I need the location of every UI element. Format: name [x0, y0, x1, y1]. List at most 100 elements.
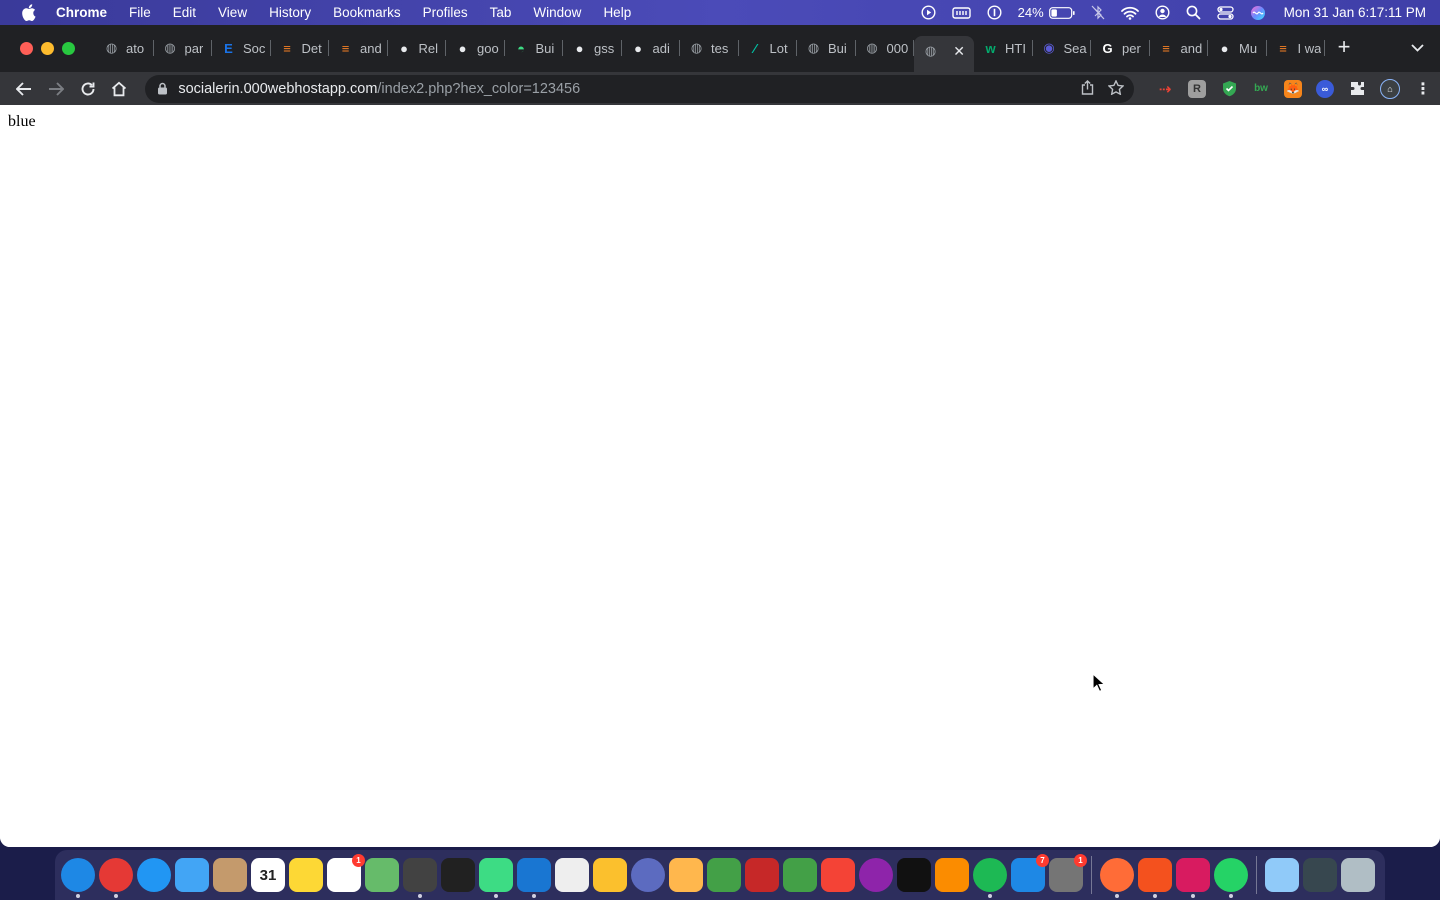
app-store-icon[interactable]: 7	[1011, 854, 1049, 892]
terminal-icon[interactable]	[441, 858, 475, 892]
siri-icon[interactable]	[631, 858, 665, 892]
back-button[interactable]	[8, 75, 40, 103]
script-editor-icon[interactable]	[555, 858, 589, 892]
tab[interactable]: ◍ Bui	[797, 30, 856, 66]
menu-app-name[interactable]: Chrome	[56, 5, 118, 20]
menu-window[interactable]: Window	[522, 5, 592, 20]
vscode-icon[interactable]	[517, 858, 551, 898]
user-account-icon[interactable]	[1155, 5, 1170, 20]
tab[interactable]: ● gss	[563, 30, 622, 66]
tab[interactable]: w HTI	[974, 30, 1033, 66]
one-password-icon[interactable]	[987, 5, 1002, 20]
reload-button[interactable]	[72, 75, 104, 103]
blue-circle-extension-icon[interactable]: ∞	[1316, 79, 1335, 98]
screen-recording-icon[interactable]	[1303, 858, 1337, 892]
apple-icon[interactable]	[0, 4, 56, 21]
control-center-icon[interactable]	[1217, 5, 1234, 20]
metamask-extension-icon[interactable]: 🦊	[1284, 79, 1303, 98]
chrome-menu-icon[interactable]: ⋮	[1414, 80, 1432, 98]
books-icon[interactable]	[935, 858, 969, 892]
apple-tv-icon[interactable]	[897, 858, 931, 892]
azure-data-icon[interactable]	[1176, 858, 1210, 898]
profile-avatar[interactable]: ⌂	[1380, 78, 1401, 99]
redirect-extension-icon[interactable]: ⇢	[1156, 80, 1174, 98]
calculator-icon[interactable]	[403, 858, 437, 898]
menu-profiles[interactable]: Profiles	[412, 5, 479, 20]
spotify-icon[interactable]	[973, 858, 1007, 898]
tab[interactable]: ◓ Bui	[505, 30, 564, 66]
whatsapp-icon[interactable]	[1214, 858, 1248, 898]
window-minimize-button[interactable]	[41, 42, 54, 55]
green-extension-icon[interactable]: bw	[1252, 80, 1270, 98]
screen-record-icon[interactable]	[921, 5, 936, 20]
wifi-icon[interactable]	[1120, 6, 1139, 20]
tab[interactable]: ∕ Lot	[739, 30, 798, 66]
window-close-button[interactable]	[20, 42, 33, 55]
git-client-icon[interactable]	[1138, 858, 1172, 898]
menu-tab[interactable]: Tab	[479, 5, 523, 20]
lock-icon[interactable]	[157, 82, 168, 95]
finder-icon[interactable]	[61, 858, 95, 898]
menu-help[interactable]: Help	[592, 5, 642, 20]
tab[interactable]: ◍ par	[154, 30, 213, 66]
tab[interactable]: Gper	[1091, 30, 1150, 66]
postman-icon[interactable]	[1100, 858, 1134, 898]
tab[interactable]: ● Rel	[388, 30, 447, 66]
photos-icon[interactable]	[669, 858, 703, 892]
tab[interactable]: ◍ ato	[95, 30, 154, 66]
home-button[interactable]	[103, 75, 135, 103]
system-preferences-icon[interactable]: 1	[1049, 854, 1087, 892]
forward-button[interactable]	[40, 75, 72, 103]
reminders-icon[interactable]: 1	[327, 854, 365, 892]
notes-icon[interactable]	[289, 858, 323, 892]
tab[interactable]: E Soc	[212, 30, 271, 66]
music-icon[interactable]	[821, 858, 855, 892]
tab[interactable]: ≡ and	[1150, 30, 1209, 66]
chrome-icon[interactable]	[99, 858, 133, 898]
trash-icon[interactable]	[1341, 858, 1375, 892]
bluetooth-off-icon[interactable]	[1091, 5, 1105, 20]
tab[interactable]: ● goo	[446, 30, 505, 66]
menu-view[interactable]: View	[207, 5, 258, 20]
safari-icon[interactable]	[137, 858, 171, 892]
tab[interactable]: ◍ 000	[856, 30, 915, 66]
spotlight-search-icon[interactable]	[1186, 5, 1201, 20]
android-studio-icon[interactable]	[479, 858, 513, 898]
tab[interactable]: ◉ Sea	[1033, 30, 1092, 66]
gray-extension-icon[interactable]: R	[1188, 79, 1207, 98]
facetime-icon[interactable]	[783, 858, 817, 892]
tab[interactable]: ● adi	[622, 30, 681, 66]
puzzle-extensions-icon[interactable]	[1348, 80, 1366, 98]
mail-icon[interactable]	[175, 858, 209, 892]
tab[interactable]: ● Mu	[1208, 30, 1267, 66]
sketch-icon[interactable]	[593, 858, 627, 892]
tab[interactable]: ≡ Det	[271, 30, 330, 66]
calendar-icon[interactable]: 31	[251, 858, 285, 892]
tab-active[interactable]: ◍ ✕	[914, 36, 974, 72]
share-icon[interactable]	[1081, 79, 1094, 98]
messages-icon[interactable]	[707, 858, 741, 892]
menu-bookmarks[interactable]: Bookmarks	[322, 5, 412, 20]
new-tab-button[interactable]: +	[1325, 34, 1363, 60]
maps-icon[interactable]	[365, 858, 399, 892]
address-bar[interactable]: socialerin.000webhostapp.com/index2.php?…	[145, 74, 1135, 103]
tab[interactable]: ≡ and	[329, 30, 388, 66]
memory-icon[interactable]	[951, 6, 971, 20]
photo-booth-icon[interactable]	[745, 858, 779, 892]
menu-edit[interactable]: Edit	[162, 5, 207, 20]
podcasts-icon[interactable]	[859, 858, 893, 892]
menu-history[interactable]: History	[258, 5, 322, 20]
close-tab-icon[interactable]: ✕	[953, 43, 965, 60]
menu-bar-clock[interactable]: Mon 31 Jan 6:17:11 PM	[1284, 5, 1426, 20]
tab[interactable]: ≡ I wa	[1267, 30, 1326, 66]
contacts-icon[interactable]	[213, 858, 247, 892]
tab-search-chevron-icon[interactable]	[1411, 41, 1424, 55]
siri-icon[interactable]	[1250, 5, 1266, 21]
bookmark-star-icon[interactable]	[1107, 78, 1125, 98]
window-zoom-button[interactable]	[62, 42, 75, 55]
battery-status[interactable]: 24%	[1018, 5, 1075, 20]
tab[interactable]: ◍ tes	[680, 30, 739, 66]
shield-extension-icon[interactable]	[1220, 80, 1238, 98]
menu-file[interactable]: File	[118, 5, 162, 20]
downloads-folder-icon[interactable]	[1265, 858, 1299, 892]
